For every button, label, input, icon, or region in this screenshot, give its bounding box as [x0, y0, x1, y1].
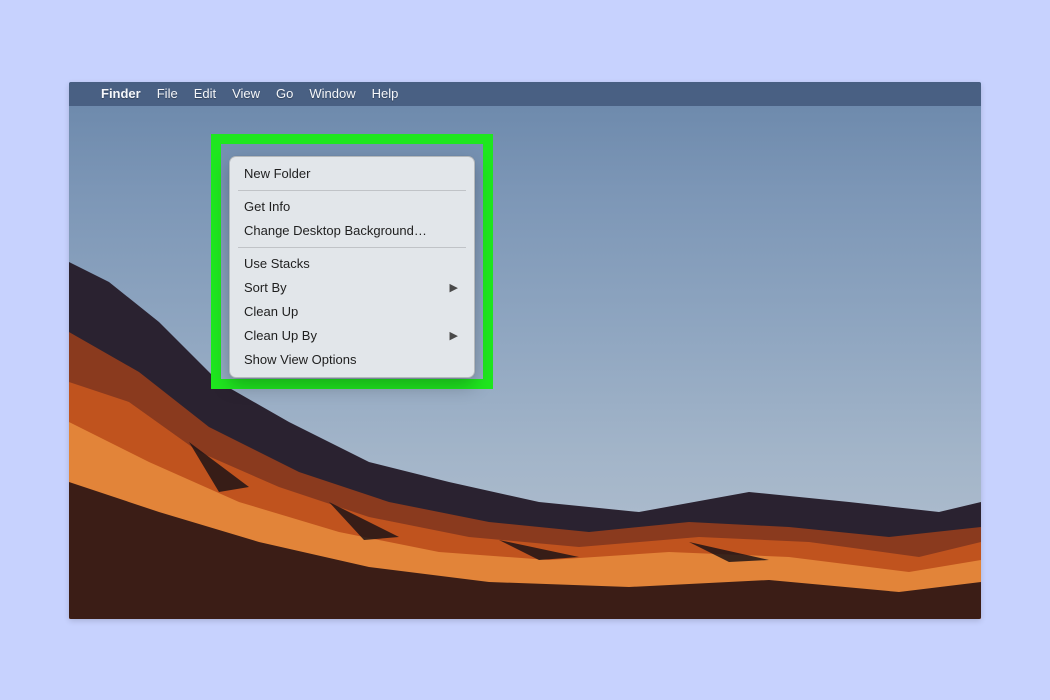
- menubar-item-edit[interactable]: Edit: [194, 86, 216, 101]
- menubar-item-file[interactable]: File: [157, 86, 178, 101]
- chevron-right-icon: ▶: [450, 279, 458, 297]
- menubar-item-help[interactable]: Help: [372, 86, 399, 101]
- menubar-app-name[interactable]: Finder: [101, 86, 141, 101]
- screenshot-frame: Finder File Edit View Go Window Help New…: [69, 82, 981, 619]
- context-menu-item-new-folder[interactable]: New Folder: [230, 162, 474, 186]
- menubar: Finder File Edit View Go Window Help: [69, 82, 981, 106]
- context-menu-separator: [238, 190, 466, 191]
- context-menu-item-clean-up-by[interactable]: Clean Up By ▶: [230, 324, 474, 348]
- menubar-item-view[interactable]: View: [232, 86, 260, 101]
- context-menu-item-show-view-options[interactable]: Show View Options: [230, 348, 474, 372]
- context-menu-item-label: New Folder: [244, 165, 310, 183]
- context-menu-item-get-info[interactable]: Get Info: [230, 195, 474, 219]
- context-menu-item-use-stacks[interactable]: Use Stacks: [230, 252, 474, 276]
- context-menu-separator: [238, 247, 466, 248]
- context-menu-item-sort-by[interactable]: Sort By ▶: [230, 276, 474, 300]
- context-menu-item-change-desktop-background[interactable]: Change Desktop Background…: [230, 219, 474, 243]
- desktop-wallpaper[interactable]: [69, 82, 981, 619]
- menubar-item-window[interactable]: Window: [309, 86, 355, 101]
- context-menu-item-label: Change Desktop Background…: [244, 222, 427, 240]
- context-menu-item-label: Use Stacks: [244, 255, 310, 273]
- context-menu-item-label: Get Info: [244, 198, 290, 216]
- context-menu-item-label: Show View Options: [244, 351, 357, 369]
- context-menu-item-clean-up[interactable]: Clean Up: [230, 300, 474, 324]
- context-menu-item-label: Clean Up: [244, 303, 298, 321]
- menubar-item-go[interactable]: Go: [276, 86, 293, 101]
- context-menu-item-label: Sort By: [244, 279, 287, 297]
- context-menu-item-label: Clean Up By: [244, 327, 317, 345]
- desktop-context-menu: New Folder Get Info Change Desktop Backg…: [229, 156, 475, 378]
- chevron-right-icon: ▶: [450, 327, 458, 345]
